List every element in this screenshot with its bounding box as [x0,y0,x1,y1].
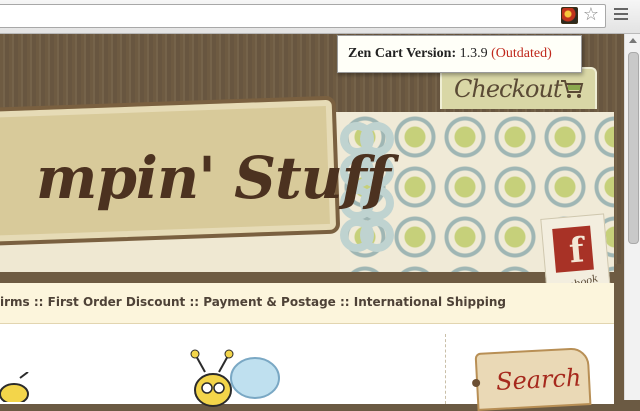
search-tag[interactable]: Search [471,347,592,411]
cart-icon [561,80,584,98]
scroll-up-arrow-icon[interactable] [629,38,637,43]
header-banner: mpin' Stuff f facebook [0,95,614,360]
version-tooltip: Zen Cart Version: 1.3.9 (Outdated) [337,35,582,73]
tooltip-text: Zen Cart Version: 1.3.9 (Outdated) [348,46,552,62]
main-navigation: irms :: First Order Discount :: Payment … [0,283,614,324]
nav-item-terms[interactable]: irms [0,295,30,309]
facebook-letter: f [567,230,586,272]
bee-illustration-left [0,372,29,402]
star-icon[interactable]: ☆ [580,4,602,26]
nav-separator: :: [189,295,200,309]
checkout-label: Checkout [454,75,563,103]
facebook-icon: f [552,225,594,273]
bee-illustration [190,349,280,407]
tag-hole [471,378,481,388]
zen-cart-extension-icon[interactable] [561,7,578,24]
nav-item-payment-postage[interactable]: Payment & Postage [203,295,336,309]
tooltip-version: 1.3.9 [459,46,488,61]
tooltip-status: (Outdated) [491,46,552,61]
nav-separator: :: [339,295,350,309]
checkout-button[interactable]: Checkout [440,67,597,109]
scroll-thumb[interactable] [628,52,639,244]
vertical-scrollbar[interactable] [624,34,640,400]
search-label: Search [495,363,583,396]
site-logo-text[interactable]: mpin' Stuff [36,144,391,212]
sidebar-divider [445,334,446,404]
nav-item-first-order-discount[interactable]: First Order Discount [48,295,186,309]
menu-icon[interactable] [614,8,628,22]
address-bar[interactable] [0,4,606,28]
browser-toolbar: ☆ [0,0,640,34]
tooltip-label: Zen Cart Version: [348,46,457,61]
nav-separator: :: [33,295,44,309]
nav-links: irms :: First Order Discount :: Payment … [0,295,506,309]
nav-item-international-shipping[interactable]: International Shipping [354,295,506,309]
